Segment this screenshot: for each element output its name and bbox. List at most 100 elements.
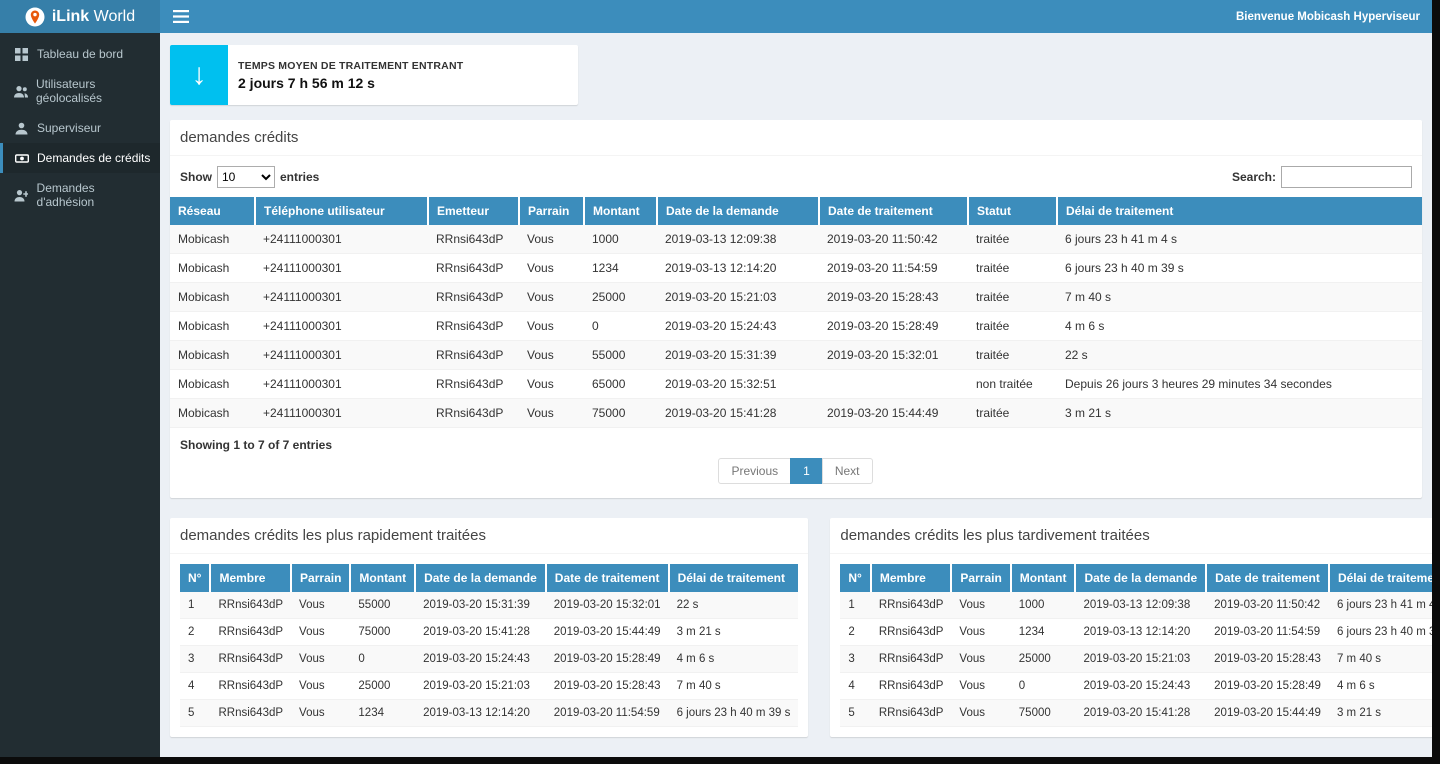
table-cell: +24111000301 <box>255 225 428 254</box>
table-cell: 22 s <box>1057 341 1422 370</box>
column-header: Membre <box>871 564 952 592</box>
sidebar-item-label: Demandes d'adhésion <box>37 181 152 209</box>
table-cell: 22 s <box>669 592 799 619</box>
table-cell: 3 <box>180 646 210 673</box>
table-cell: RRnsi643dP <box>871 619 952 646</box>
table-cell: 4 m 6 s <box>1057 312 1422 341</box>
column-header[interactable]: Délai de traitement <box>1057 197 1422 225</box>
globe-pin-icon <box>25 7 45 27</box>
column-header: Délai de traitement <box>1329 564 1432 592</box>
table-row: 3RRnsi643dPVous250002019-03-20 15:21:032… <box>840 646 1432 673</box>
table-cell: 2019-03-13 12:14:20 <box>657 254 819 283</box>
table-row: 1RRnsi643dPVous10002019-03-13 12:09:3820… <box>840 592 1432 619</box>
sidebar-toggle-button[interactable] <box>160 0 202 33</box>
search-input[interactable] <box>1281 166 1412 188</box>
table-cell: Mobicash <box>170 254 255 283</box>
table-header-row: N°MembreParrainMontantDate de la demande… <box>840 564 1432 592</box>
column-header: Parrain <box>951 564 1010 592</box>
page-length-select[interactable]: 10 <box>217 166 275 188</box>
table-cell: RRnsi643dP <box>210 673 291 700</box>
table-cell: RRnsi643dP <box>871 592 952 619</box>
table-cell: 2019-03-20 15:41:28 <box>657 399 819 428</box>
table-cell: Vous <box>291 700 350 727</box>
table-cell: Vous <box>519 312 584 341</box>
table-cell: RRnsi643dP <box>428 370 519 399</box>
column-header[interactable]: Parrain <box>519 197 584 225</box>
column-header: Parrain <box>291 564 350 592</box>
sidebar-item-utilisateurs-geolocalises[interactable]: Utilisateurs géolocalisés <box>0 69 160 113</box>
table-cell: 55000 <box>584 341 657 370</box>
table-cell: Vous <box>519 341 584 370</box>
sidebar-item-label: Demandes de crédits <box>37 151 150 165</box>
table-cell: 2019-03-20 15:24:43 <box>657 312 819 341</box>
down-arrow-icon: ↓ <box>170 45 228 105</box>
fastest-requests-table: N°MembreParrainMontantDate de la demande… <box>180 564 798 727</box>
credit-requests-panel: demandes crédits Show 10 entries Search: <box>170 120 1422 498</box>
banknote-icon <box>14 152 29 165</box>
table-cell: 2019-03-20 15:28:49 <box>546 646 669 673</box>
table-cell: RRnsi643dP <box>428 254 519 283</box>
table-row: 5RRnsi643dPVous750002019-03-20 15:41:282… <box>840 700 1432 727</box>
table-cell: Mobicash <box>170 225 255 254</box>
table-cell: Vous <box>519 225 584 254</box>
table-cell: 2019-03-13 12:09:38 <box>657 225 819 254</box>
table-row: 5RRnsi643dPVous12342019-03-13 12:14:2020… <box>180 700 798 727</box>
sidebar-item-label: Utilisateurs géolocalisés <box>36 77 152 105</box>
slowest-requests-panel: demandes crédits les plus tardivement tr… <box>830 518 1432 737</box>
table-cell: 2019-03-20 15:24:43 <box>1075 673 1206 700</box>
table-cell: 2 <box>180 619 210 646</box>
table-cell: 1234 <box>350 700 415 727</box>
table-cell: 25000 <box>584 283 657 312</box>
table-cell: 5 <box>180 700 210 727</box>
column-header[interactable]: Réseau <box>170 197 255 225</box>
table-row: 2RRnsi643dPVous750002019-03-20 15:41:282… <box>180 619 798 646</box>
brand-logo[interactable]: iLink World <box>0 0 160 33</box>
table-cell: RRnsi643dP <box>428 341 519 370</box>
table-cell: 75000 <box>350 619 415 646</box>
table-cell: +24111000301 <box>255 399 428 428</box>
table-cell: Vous <box>519 254 584 283</box>
table-cell: 6 jours 23 h 40 m 39 s <box>1057 254 1422 283</box>
column-header[interactable]: Emetteur <box>428 197 519 225</box>
sidebar-item-label: Superviseur <box>37 121 101 135</box>
column-header[interactable]: Statut <box>968 197 1057 225</box>
column-header: N° <box>840 564 870 592</box>
column-header[interactable]: Date de la demande <box>657 197 819 225</box>
brand-name: iLink World <box>52 8 135 26</box>
table-cell: Depuis 26 jours 3 heures 29 minutes 34 s… <box>1057 370 1422 399</box>
sidebar-item-demandes-de-credits[interactable]: Demandes de crédits <box>0 143 160 173</box>
user-menu[interactable]: Bienvenue Mobicash Hyperviseur <box>1224 11 1432 23</box>
table-cell: 2019-03-13 12:09:38 <box>1075 592 1206 619</box>
table-cell: 6 jours 23 h 40 m 39 s <box>669 700 799 727</box>
credit-requests-table: RéseauTéléphone utilisateurEmetteurParra… <box>170 197 1422 428</box>
info-box-avg-processing-time: ↓ TEMPS MOYEN DE TRAITEMENT ENTRANT 2 jo… <box>170 45 578 105</box>
column-header[interactable]: Montant <box>584 197 657 225</box>
table-cell: Vous <box>519 283 584 312</box>
slowest-requests-table: N°MembreParrainMontantDate de la demande… <box>840 564 1432 727</box>
column-header[interactable]: Téléphone utilisateur <box>255 197 428 225</box>
table-cell: RRnsi643dP <box>428 312 519 341</box>
table-cell: 7 m 40 s <box>1057 283 1422 312</box>
table-cell: 1234 <box>1011 619 1076 646</box>
dashboard-icon <box>14 48 29 61</box>
page-1-button[interactable]: 1 <box>790 458 823 484</box>
showing-entries-text: Showing 1 to 7 of 7 entries <box>180 438 1412 452</box>
table-cell: 2 <box>840 619 870 646</box>
table-cell: 25000 <box>1011 646 1076 673</box>
table-cell: 4 m 6 s <box>669 646 799 673</box>
table-row: Mobicash+24111000301RRnsi643dPVous100020… <box>170 225 1422 254</box>
sidebar-item-superviseur[interactable]: Superviseur <box>0 113 160 143</box>
table-cell: Vous <box>519 370 584 399</box>
table-cell: +24111000301 <box>255 341 428 370</box>
table-cell <box>819 370 968 399</box>
table-cell: 1234 <box>584 254 657 283</box>
table-cell: 65000 <box>584 370 657 399</box>
next-page-button[interactable]: Next <box>822 458 873 484</box>
column-header[interactable]: Date de traitement <box>819 197 968 225</box>
sidebar-item-tableau-de-bord[interactable]: Tableau de bord <box>0 39 160 69</box>
sidebar-item-label: Tableau de bord <box>37 47 123 61</box>
previous-page-button[interactable]: Previous <box>718 458 791 484</box>
table-cell: 0 <box>1011 673 1076 700</box>
table-cell: RRnsi643dP <box>210 700 291 727</box>
sidebar-item-demandes-adhesion[interactable]: Demandes d'adhésion <box>0 173 160 217</box>
